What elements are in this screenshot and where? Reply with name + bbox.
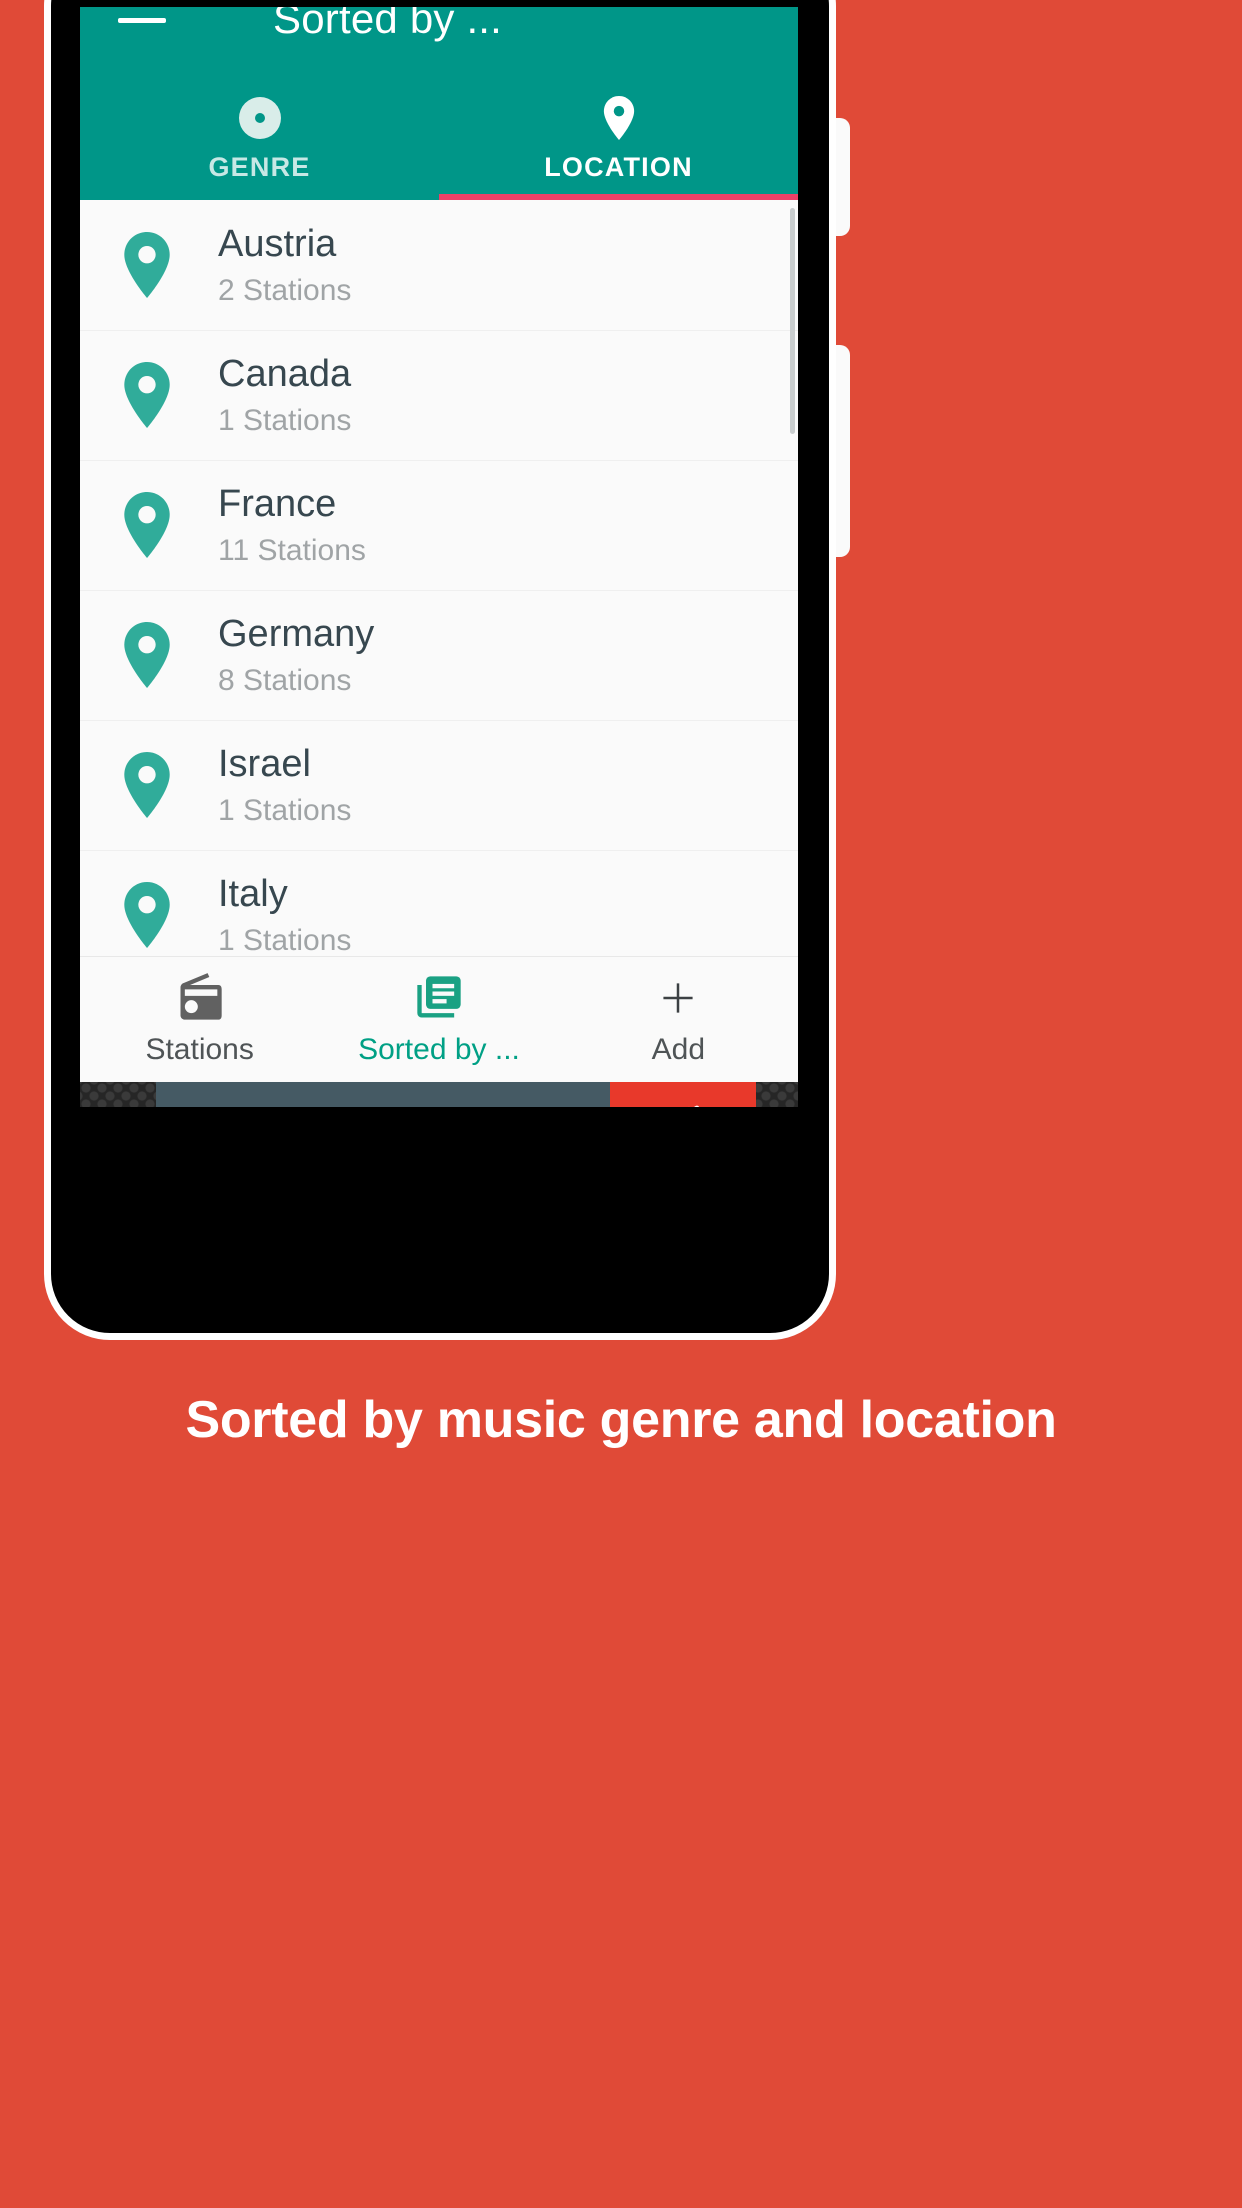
admob-badge[interactable]: AdMob by Google <box>610 1082 756 1107</box>
ad-banner[interactable]: Nice job! You’re displaying a 320 x 50 t… <box>80 1082 798 1107</box>
location-pin-icon <box>116 492 178 558</box>
nav-item-sorted-by[interactable]: Sorted by ... <box>319 957 558 1082</box>
list-item-title: Germany <box>218 613 375 656</box>
list-item-title: Canada <box>218 353 352 396</box>
list-item[interactable]: Israel 1 Stations <box>80 720 798 850</box>
phone-screen: Sorted by ... GENRE LOCATION Austria 2 S… <box>80 7 798 1107</box>
list-item-title: Italy <box>218 873 288 916</box>
article-stack-icon <box>413 972 465 1024</box>
nav-item-stations[interactable]: Stations <box>80 957 319 1082</box>
nav-item-add-label: Add <box>651 1033 706 1066</box>
list-item[interactable]: Canada 1 Stations <box>80 330 798 460</box>
list-item-title: Austria <box>218 223 337 266</box>
phone-device-frame: Sorted by ... GENRE LOCATION Austria 2 S… <box>44 0 836 1340</box>
list-item-subtitle: 1 Stations <box>218 923 352 956</box>
location-pin-icon <box>116 752 178 818</box>
location-list[interactable]: Austria 2 Stations Canada 1 Stations Fra… <box>80 200 798 956</box>
bottom-navigation: Stations Sorted by ... Add <box>80 956 798 1082</box>
location-pin-icon <box>116 362 178 428</box>
location-pin-icon <box>116 622 178 688</box>
promo-caption: Sorted by music genre and location <box>185 1391 1057 1449</box>
list-item[interactable]: Germany 8 Stations <box>80 590 798 720</box>
list-item-title: Israel <box>218 743 311 786</box>
promo-screenshot: Sorted by ... GENRE LOCATION Austria 2 S… <box>0 0 1242 2208</box>
radio-icon <box>174 972 226 1024</box>
app-bar: Sorted by ... <box>80 7 798 69</box>
location-pin-icon <box>116 232 178 298</box>
list-item-subtitle: 1 Stations <box>218 403 352 437</box>
location-pin-icon <box>602 95 636 140</box>
list-item[interactable]: France 11 Stations <box>80 460 798 590</box>
nav-item-stations-label: Stations <box>145 1033 254 1066</box>
location-pin-icon <box>116 882 178 948</box>
tab-bar: GENRE LOCATION <box>80 69 798 200</box>
list-item-title: France <box>218 483 337 526</box>
ad-message: Nice job! You’re displaying a 320 x 50 t… <box>156 1082 610 1107</box>
page-title: Sorted by ... <box>273 7 503 42</box>
tab-genre[interactable]: GENRE <box>80 69 439 200</box>
list-item[interactable]: Austria 2 Stations <box>80 200 798 330</box>
list-item[interactable]: Italy 1 Stations <box>80 850 798 956</box>
list-item-subtitle: 2 Stations <box>218 273 352 307</box>
list-scrollbar[interactable] <box>790 208 795 434</box>
hamburger-menu-icon[interactable] <box>118 18 166 23</box>
ad-headline: Nice job! <box>176 1104 303 1107</box>
list-item-subtitle: 11 Stations <box>218 533 366 567</box>
nav-item-add[interactable]: Add <box>559 957 798 1082</box>
list-item-subtitle: 1 Stations <box>218 793 352 827</box>
disc-icon <box>238 96 281 139</box>
tab-location-label: LOCATION <box>544 151 693 182</box>
tab-genre-label: GENRE <box>208 151 311 182</box>
list-item-subtitle: 8 Stations <box>218 663 352 697</box>
tab-location[interactable]: LOCATION <box>439 69 798 200</box>
admob-logo-icon <box>688 1105 700 1107</box>
nav-item-sorted-by-label: Sorted by ... <box>358 1033 520 1066</box>
plus-icon <box>653 972 703 1024</box>
